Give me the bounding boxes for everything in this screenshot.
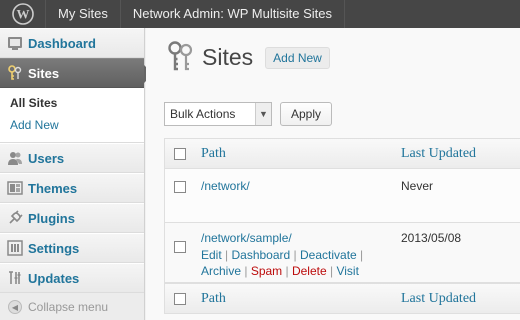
row-checkbox[interactable] xyxy=(174,181,186,193)
network-admin-link[interactable]: Network Admin: WP Multisite Sites xyxy=(121,0,345,28)
row-checkbox[interactable] xyxy=(174,241,186,253)
column-last-updated-footer[interactable]: Last Updated xyxy=(401,291,476,307)
sites-submenu: All Sites Add New xyxy=(0,88,144,143)
menu-item-sites[interactable]: Sites xyxy=(0,58,153,88)
table-row: /network/ Never xyxy=(165,169,520,223)
menu-item-users[interactable]: Users xyxy=(0,143,144,173)
site-path-link[interactable]: /network/ xyxy=(201,179,250,193)
deactivate-link[interactable]: Deactivate xyxy=(300,248,357,262)
plugins-icon xyxy=(6,209,24,227)
dashboard-icon xyxy=(6,34,24,52)
collapse-menu-button[interactable]: ◀ Collapse menu xyxy=(0,293,144,320)
sites-table: Path Last Updated /network/ Never /netwo… xyxy=(164,138,520,314)
admin-bar: W My Sites Network Admin: WP Multisite S… xyxy=(0,0,520,28)
page-title: Sites xyxy=(202,44,254,70)
wordpress-logo-icon[interactable]: W xyxy=(0,0,46,28)
main-content: Sites Add New Bulk Actions ▼ Apply Path … xyxy=(146,28,520,320)
table-row: /network/sample/ 2013/05/08 Edit | Dashb… xyxy=(165,223,520,283)
collapse-arrow-icon: ◀ xyxy=(8,300,22,314)
themes-icon xyxy=(6,179,24,197)
column-path-header[interactable]: Path xyxy=(201,146,226,162)
updates-icon xyxy=(6,269,24,287)
add-new-button[interactable]: Add New xyxy=(265,46,330,69)
settings-icon xyxy=(6,239,24,257)
select-all-checkbox[interactable] xyxy=(174,147,186,160)
last-updated-value: 2013/05/08 xyxy=(401,231,462,245)
table-footer: Path Last Updated xyxy=(165,283,520,313)
chevron-down-icon: ▼ xyxy=(255,103,271,125)
menu-item-updates[interactable]: Updates xyxy=(0,263,144,293)
menu-item-dashboard[interactable]: Dashboard xyxy=(0,28,144,58)
bulk-actions-value: Bulk Actions xyxy=(170,107,236,121)
row-actions: Edit | Dashboard | Deactivate | Archive … xyxy=(201,248,364,278)
menu-label: Themes xyxy=(28,180,78,196)
menu-label: Sites xyxy=(28,65,60,81)
bulk-actions-select[interactable]: Bulk Actions ▼ xyxy=(164,102,272,126)
menu-item-plugins[interactable]: Plugins xyxy=(0,203,144,233)
archive-link[interactable]: Archive xyxy=(201,264,241,278)
column-path-footer[interactable]: Path xyxy=(201,291,226,307)
keys-icon xyxy=(6,64,24,82)
menu-label: Dashboard xyxy=(28,35,96,51)
apply-button[interactable]: Apply xyxy=(280,102,333,126)
select-all-checkbox-footer[interactable] xyxy=(174,292,186,305)
spam-link[interactable]: Spam xyxy=(251,264,282,278)
edit-link[interactable]: Edit xyxy=(201,248,222,262)
my-sites-link[interactable]: My Sites xyxy=(46,0,121,28)
menu-item-themes[interactable]: Themes xyxy=(0,173,144,203)
menu-label: Plugins xyxy=(28,210,75,226)
menu-label: Users xyxy=(28,150,65,166)
submenu-add-new[interactable]: Add New xyxy=(10,114,144,136)
visit-link[interactable]: Visit xyxy=(336,264,358,278)
site-path-link[interactable]: /network/sample/ xyxy=(201,231,292,245)
page-header: Sites Add New xyxy=(164,40,330,75)
users-icon xyxy=(6,149,24,167)
svg-text:W: W xyxy=(16,7,29,22)
collapse-label: Collapse menu xyxy=(28,300,109,314)
last-updated-value: Never xyxy=(401,179,434,193)
table-header: Path Last Updated xyxy=(165,139,520,169)
keys-icon xyxy=(164,40,196,75)
menu-label: Settings xyxy=(28,240,80,256)
menu-label: Updates xyxy=(28,270,80,286)
submenu-all-sites[interactable]: All Sites xyxy=(10,92,144,114)
bulk-actions-bar: Bulk Actions ▼ Apply xyxy=(164,102,333,126)
column-last-updated-header[interactable]: Last Updated xyxy=(401,146,476,162)
menu-item-settings[interactable]: Settings xyxy=(0,233,144,263)
admin-menu: Dashboard Sites All Sites Add New Users … xyxy=(0,28,153,320)
delete-link[interactable]: Delete xyxy=(292,264,327,278)
dashboard-link[interactable]: Dashboard xyxy=(231,248,290,262)
